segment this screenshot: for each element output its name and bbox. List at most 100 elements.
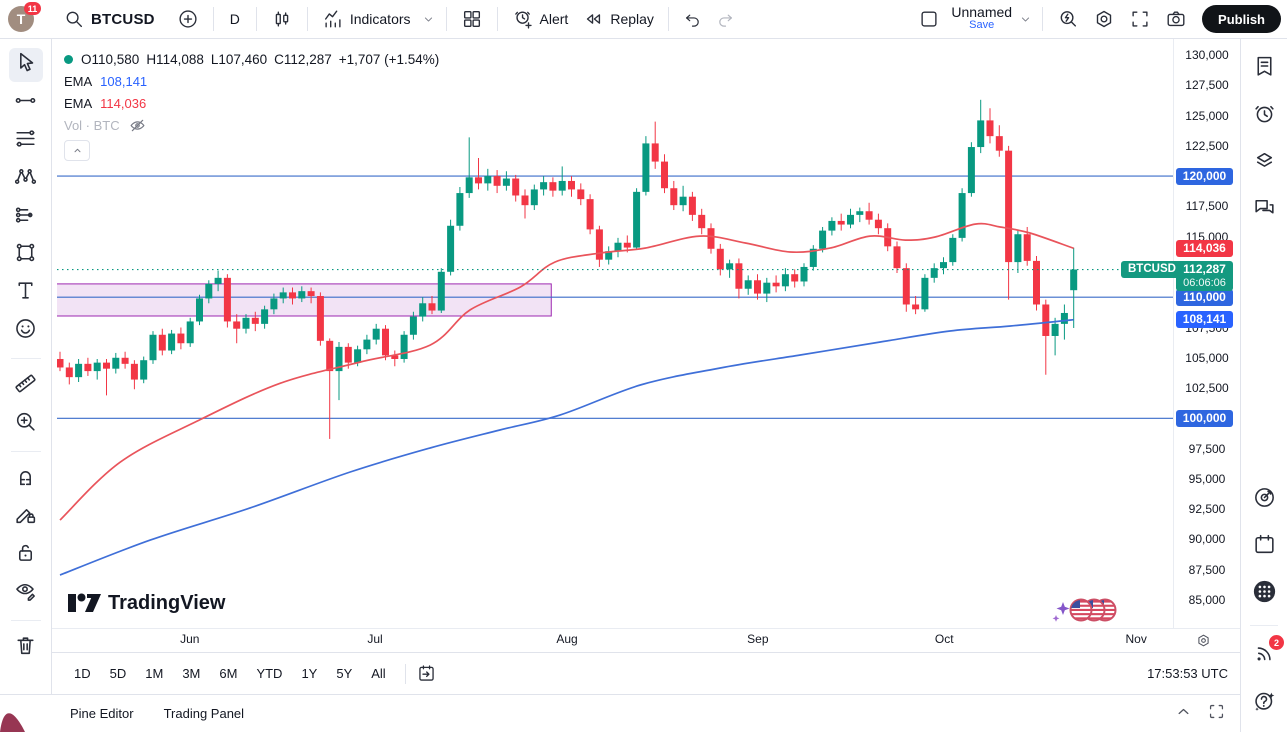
legend-collapse-button[interactable] bbox=[64, 140, 90, 161]
layers-sidebar-button[interactable] bbox=[1246, 145, 1282, 181]
eye-off-icon[interactable] bbox=[128, 116, 147, 135]
watchlist-icon bbox=[1252, 54, 1277, 84]
save-link[interactable]: Save bbox=[969, 19, 994, 32]
layout-name-button[interactable]: Unnamed Save bbox=[947, 4, 1016, 34]
legend-ohlc-row[interactable]: O110,580H114,088L107,460C112,287+1,707 (… bbox=[64, 48, 446, 70]
magnet-icon bbox=[13, 464, 38, 494]
alarm-sidebar-button[interactable] bbox=[1246, 98, 1282, 134]
help-sidebar-button[interactable] bbox=[1246, 685, 1282, 721]
price-tick: 122,500 bbox=[1174, 138, 1240, 154]
symbol-status-dot bbox=[64, 55, 73, 64]
redo-button[interactable] bbox=[709, 6, 742, 33]
interval-button[interactable]: D bbox=[221, 7, 249, 31]
draw-lock-tool-button[interactable] bbox=[9, 500, 43, 534]
alert-button[interactable]: Alert bbox=[505, 4, 576, 34]
cursor-tool-button[interactable] bbox=[9, 48, 43, 82]
eye-edit-tool-button[interactable] bbox=[9, 576, 43, 610]
symbol-search-button[interactable]: BTCUSD bbox=[56, 4, 162, 34]
range-button-5d[interactable]: 5D bbox=[104, 663, 133, 684]
range-button-all[interactable]: All bbox=[365, 663, 391, 684]
trend-line-tool-button[interactable] bbox=[9, 86, 43, 120]
chart-settings-button[interactable] bbox=[1086, 4, 1122, 34]
sidebar-divider bbox=[1250, 625, 1278, 626]
last-price-tag: 112,28706:06:06 bbox=[1176, 261, 1233, 291]
forecast-tool-button[interactable] bbox=[9, 200, 43, 234]
text-tool-button[interactable] bbox=[9, 276, 43, 310]
layout-grid-button[interactable] bbox=[454, 4, 490, 34]
status-bar-pine-editor[interactable]: Pine Editor bbox=[70, 706, 134, 721]
calendar-sidebar-button[interactable] bbox=[1246, 529, 1282, 565]
fib-tool-button[interactable] bbox=[9, 124, 43, 158]
emoji-tool-button[interactable] bbox=[9, 314, 43, 348]
draw-lock-icon bbox=[13, 502, 38, 532]
trash-icon bbox=[13, 633, 38, 663]
layout-chevron[interactable] bbox=[1016, 8, 1035, 31]
price-tick: 117,500 bbox=[1174, 198, 1240, 214]
layout-square-icon bbox=[918, 8, 940, 30]
lock-open-tool-button[interactable] bbox=[9, 538, 43, 572]
chat-sidebar-button[interactable] bbox=[1246, 192, 1282, 228]
indicators-icon bbox=[322, 8, 344, 30]
right-sidebar: 2 bbox=[1240, 39, 1287, 732]
axis-settings-gear-icon[interactable] bbox=[1195, 632, 1212, 649]
range-button-5y[interactable]: 5Y bbox=[330, 663, 358, 684]
clock-timezone-button[interactable]: 17:53:53 UTC bbox=[1147, 666, 1240, 681]
legend-ema-row[interactable]: EMA108,141 bbox=[64, 70, 446, 92]
rectangle-tool-button[interactable] bbox=[9, 238, 43, 272]
top-toolbar: T 11 BTCUSD D Indicators bbox=[0, 0, 1287, 39]
fullscreen-button[interactable] bbox=[1122, 4, 1158, 34]
chart-style-button[interactable] bbox=[264, 4, 300, 34]
ruler-tool-button[interactable] bbox=[9, 369, 43, 403]
range-button-1y[interactable]: 1Y bbox=[295, 663, 323, 684]
range-button-1m[interactable]: 1M bbox=[139, 663, 169, 684]
range-button-1d[interactable]: 1D bbox=[68, 663, 97, 684]
ideas-sidebar-button[interactable] bbox=[1246, 482, 1282, 518]
range-button-ytd[interactable]: YTD bbox=[250, 663, 288, 684]
eye-edit-icon bbox=[13, 578, 38, 608]
layout-select-button[interactable] bbox=[911, 4, 947, 34]
drawing-toolbar bbox=[0, 39, 52, 694]
symbol-price-side-tag: BTCUSD bbox=[1121, 261, 1183, 278]
indicators-button[interactable]: Indicators bbox=[315, 4, 418, 34]
toolbar-divider bbox=[11, 620, 41, 621]
gear-icon bbox=[1093, 8, 1115, 30]
xabcd-tool-button[interactable] bbox=[9, 162, 43, 196]
user-avatar[interactable]: T 11 bbox=[8, 6, 34, 32]
range-button-3m[interactable]: 3M bbox=[176, 663, 206, 684]
snapshot-button[interactable] bbox=[1158, 4, 1194, 34]
zoom-in-tool-button[interactable] bbox=[9, 407, 43, 441]
panel-collapse-chevron-up-icon[interactable] bbox=[1174, 702, 1193, 726]
range-button-6m[interactable]: 6M bbox=[213, 663, 243, 684]
magnet-tool-button[interactable] bbox=[9, 462, 43, 496]
time-axis[interactable]: JunJulAugSepOctNov bbox=[52, 628, 1240, 652]
emoji-icon bbox=[13, 316, 38, 346]
rectangle-icon bbox=[13, 240, 38, 270]
undo-button[interactable] bbox=[676, 6, 709, 33]
bottom-range-toolbar: 1D 5D 1M 3M 6M YTD 1Y 5Y All 17:53:53 UTC bbox=[52, 652, 1240, 694]
trash-tool-button[interactable] bbox=[9, 631, 43, 665]
calendar-icon bbox=[1252, 532, 1277, 562]
watchlist-sidebar-button[interactable] bbox=[1246, 51, 1282, 87]
go-to-date-button[interactable] bbox=[416, 663, 437, 684]
compare-add-button[interactable] bbox=[170, 4, 206, 34]
month-label: Jun bbox=[180, 632, 199, 646]
price-axis[interactable]: 130,000127,500125,000122,500117,500115,0… bbox=[1173, 39, 1240, 652]
publish-button[interactable]: Publish bbox=[1202, 5, 1281, 33]
ema-value: 108,141 bbox=[100, 74, 147, 89]
ohlc-part: +1,707 (+1.54%) bbox=[339, 52, 440, 67]
legend-ema-row[interactable]: EMA114,036 bbox=[64, 92, 446, 114]
replay-button[interactable]: Replay bbox=[575, 4, 661, 34]
streams-sidebar-button[interactable]: 2 bbox=[1246, 638, 1282, 674]
price-tick: 125,000 bbox=[1174, 108, 1240, 124]
ruler-icon bbox=[13, 371, 38, 401]
panel-maximize-icon[interactable] bbox=[1207, 702, 1226, 726]
fullscreen-icon bbox=[1129, 8, 1151, 30]
xabcd-icon bbox=[13, 164, 38, 194]
ohlc-values: O110,580H114,088L107,460C112,287+1,707 (… bbox=[81, 52, 446, 67]
legend-volume-row[interactable]: Vol · BTC bbox=[64, 114, 446, 136]
status-bar-trading-panel[interactable]: Trading Panel bbox=[164, 706, 244, 721]
ohlc-part: L107,460 bbox=[211, 52, 267, 67]
indicators-templates-chevron[interactable] bbox=[418, 8, 439, 31]
apps-sidebar-button[interactable] bbox=[1246, 576, 1282, 612]
quick-search-button[interactable] bbox=[1050, 4, 1086, 34]
